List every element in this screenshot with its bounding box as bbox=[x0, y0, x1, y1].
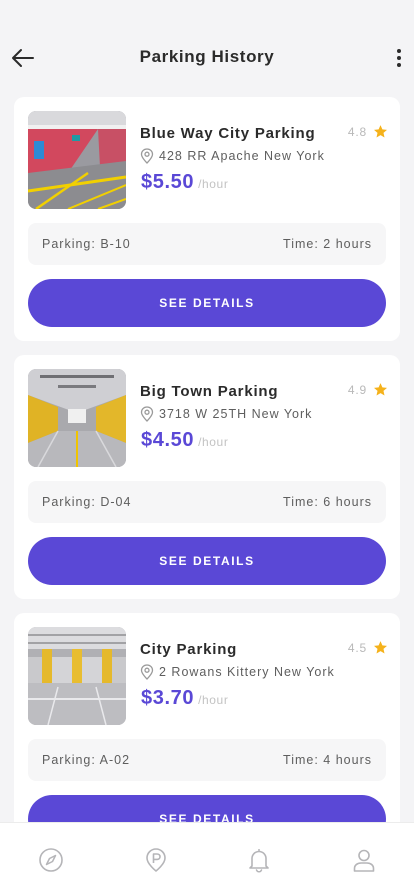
more-options-button[interactable] bbox=[392, 44, 406, 72]
rating-value: 4.8 bbox=[347, 124, 367, 139]
nav-explore[interactable] bbox=[38, 847, 64, 873]
price-unit: /hour bbox=[198, 177, 229, 191]
parking-card: Blue Way City Parking 4.8 428 RR Apache … bbox=[14, 97, 400, 341]
bottom-nav bbox=[0, 822, 414, 896]
price-unit: /hour bbox=[198, 693, 229, 707]
parking-photo bbox=[28, 627, 126, 725]
location-pin-icon bbox=[140, 148, 154, 164]
parking-name: Blue Way City Parking bbox=[140, 125, 316, 142]
parking-spot: Parking: A-02 bbox=[42, 753, 131, 767]
price-row: $5.50 /hour bbox=[141, 171, 228, 194]
location-pin-icon bbox=[140, 664, 154, 680]
booking-info: Parking: B-10 Time: 2 hours bbox=[28, 223, 386, 265]
parking-name: Big Town Parking bbox=[140, 383, 279, 400]
rating-value: 4.5 bbox=[347, 640, 367, 655]
address-text: 428 RR Apache New York bbox=[159, 149, 325, 163]
booking-info: Parking: A-02 Time: 4 hours bbox=[28, 739, 386, 781]
rating: 4.5 bbox=[348, 640, 388, 655]
header-bar: Parking History bbox=[0, 0, 414, 96]
location-pin-icon bbox=[140, 406, 154, 422]
price-row: $4.50 /hour bbox=[141, 429, 228, 452]
price: $3.70 bbox=[141, 687, 195, 709]
star-icon bbox=[374, 383, 387, 396]
price: $4.50 bbox=[141, 429, 195, 451]
nav-parking[interactable] bbox=[143, 847, 169, 873]
parking-duration: Time: 2 hours bbox=[283, 237, 372, 251]
address-text: 2 Rowans Kittery New York bbox=[159, 665, 335, 679]
compass-icon bbox=[39, 848, 63, 872]
parking-card: City Parking 4.5 2 Rowans Kittery New Yo… bbox=[14, 613, 400, 857]
parking-spot: Parking: D-04 bbox=[42, 495, 132, 509]
star-icon bbox=[374, 125, 387, 138]
address: 3718 W 25TH New York bbox=[140, 406, 312, 422]
rating-value: 4.9 bbox=[347, 382, 367, 397]
address: 428 RR Apache New York bbox=[140, 148, 325, 164]
bell-icon bbox=[249, 849, 269, 873]
nav-notifications[interactable] bbox=[246, 847, 272, 873]
rating: 4.9 bbox=[348, 382, 388, 397]
parking-card: Big Town Parking 4.9 3718 W 25TH New Yor… bbox=[14, 355, 400, 599]
parking-photo bbox=[28, 369, 126, 467]
parking-history-list: Blue Way City Parking 4.8 428 RR Apache … bbox=[14, 97, 400, 871]
address-text: 3718 W 25TH New York bbox=[159, 407, 313, 421]
price: $5.50 bbox=[141, 171, 195, 193]
see-details-button[interactable]: SEE DETAILS bbox=[28, 279, 386, 327]
parking-spot: Parking: B-10 bbox=[42, 237, 131, 251]
booking-info: Parking: D-04 Time: 6 hours bbox=[28, 481, 386, 523]
page-title: Parking History bbox=[139, 47, 275, 66]
nav-profile[interactable] bbox=[351, 847, 377, 873]
star-icon bbox=[374, 641, 387, 654]
see-details-button[interactable]: SEE DETAILS bbox=[28, 537, 386, 585]
parking-pin-icon bbox=[146, 848, 166, 872]
parking-name: City Parking bbox=[140, 641, 238, 658]
address: 2 Rowans Kittery New York bbox=[140, 664, 335, 680]
price-row: $3.70 /hour bbox=[141, 687, 228, 710]
rating: 4.8 bbox=[348, 124, 388, 139]
price-unit: /hour bbox=[198, 435, 229, 449]
parking-photo bbox=[28, 111, 126, 209]
more-vertical-icon bbox=[397, 49, 401, 53]
parking-duration: Time: 4 hours bbox=[283, 753, 372, 767]
user-icon bbox=[353, 849, 375, 872]
parking-duration: Time: 6 hours bbox=[283, 495, 372, 509]
